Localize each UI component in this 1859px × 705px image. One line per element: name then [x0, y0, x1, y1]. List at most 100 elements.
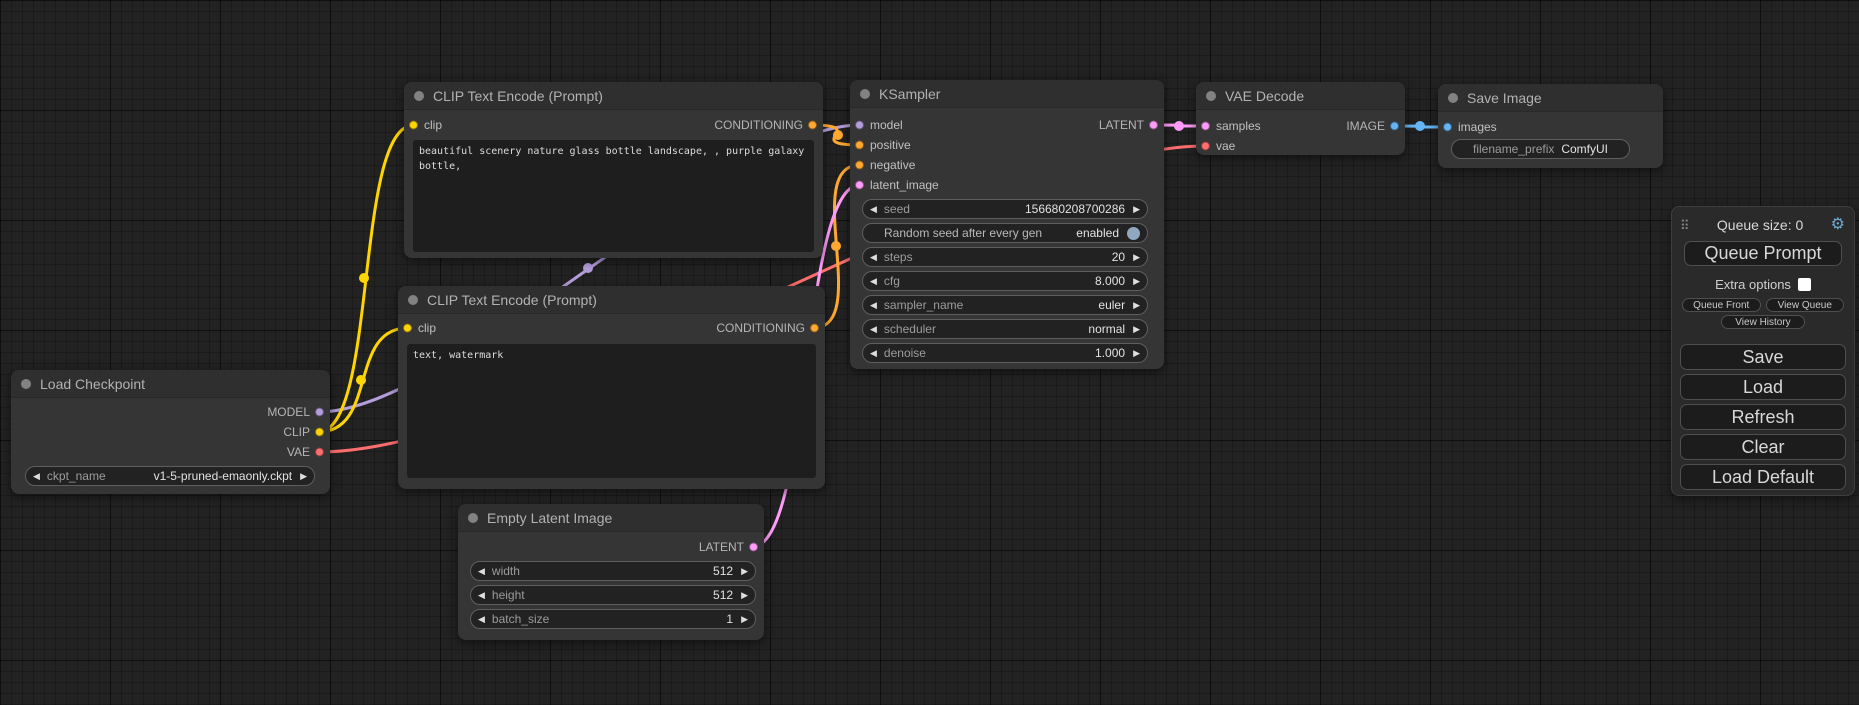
node-title-bar[interactable]: Load Checkpoint: [11, 370, 330, 398]
refresh-button[interactable]: Refresh: [1680, 404, 1846, 430]
collapse-dot-icon[interactable]: [860, 89, 870, 99]
link-dot: [359, 273, 369, 283]
collapse-dot-icon[interactable]: [408, 295, 418, 305]
clip-input-slot[interactable]: [403, 324, 412, 333]
node-title-bar[interactable]: KSampler: [850, 80, 1164, 108]
view-history-button[interactable]: View History: [1721, 315, 1805, 329]
node-title: CLIP Text Encode (Prompt): [433, 88, 603, 104]
increment-arrow-icon[interactable]: ▶: [300, 472, 307, 481]
output-row: MODEL: [11, 402, 330, 422]
conditioning-output-slot[interactable]: [810, 324, 819, 333]
node-save-image: Save Image images filename_prefix ComfyU…: [1438, 84, 1663, 168]
settings-gear-icon[interactable]: ⚙: [1831, 217, 1845, 233]
output-label: CONDITIONING: [714, 118, 803, 132]
node-canvas[interactable]: Load Checkpoint MODEL CLIP VAE ◀ ckpt_na…: [0, 0, 1859, 705]
node-title-bar[interactable]: Save Image: [1438, 84, 1663, 112]
collapse-dot-icon[interactable]: [21, 379, 31, 389]
increment-arrow-icon[interactable]: ▶: [1133, 277, 1140, 286]
latent-output-slot[interactable]: [749, 543, 758, 552]
collapse-dot-icon[interactable]: [1206, 91, 1216, 101]
ckpt-name-widget[interactable]: ◀ ckpt_name v1-5-pruned-emaonly.ckpt ▶: [25, 466, 315, 486]
batch-size-widget[interactable]: ◀ batch_size 1 ▶: [470, 609, 756, 629]
samples-input-slot[interactable]: [1201, 122, 1210, 131]
node-title-bar[interactable]: CLIP Text Encode (Prompt): [398, 286, 825, 314]
cfg-widget[interactable]: ◀ cfg 8.000 ▶: [862, 271, 1148, 291]
slot-row: negative: [850, 155, 1164, 175]
collapse-dot-icon[interactable]: [414, 91, 424, 101]
input-label: model: [870, 118, 903, 132]
random-seed-toggle-widget[interactable]: Random seed after every gen enabled: [862, 223, 1148, 243]
link-dot: [356, 375, 366, 385]
decrement-arrow-icon[interactable]: ◀: [870, 277, 877, 286]
queue-front-button[interactable]: Queue Front: [1682, 298, 1761, 312]
extra-options-checkbox[interactable]: [1798, 278, 1811, 291]
increment-arrow-icon[interactable]: ▶: [1133, 253, 1140, 262]
decrement-arrow-icon[interactable]: ◀: [478, 567, 485, 576]
increment-arrow-icon[interactable]: ▶: [1133, 205, 1140, 214]
output-label: IMAGE: [1346, 119, 1385, 133]
clip-output-slot[interactable]: [315, 428, 324, 437]
node-title-bar[interactable]: CLIP Text Encode (Prompt): [404, 82, 823, 110]
scheduler-widget[interactable]: ◀ scheduler normal ▶: [862, 319, 1148, 339]
conditioning-output-slot[interactable]: [808, 121, 817, 130]
positive-input-slot[interactable]: [855, 141, 864, 150]
node-title: Save Image: [1467, 90, 1542, 106]
save-button[interactable]: Save: [1680, 344, 1846, 370]
toggle-dot-icon[interactable]: [1127, 227, 1140, 240]
node-title: Load Checkpoint: [40, 376, 145, 392]
comfy-menu-panel: ⠿ Queue size: 0 ⚙ Queue Prompt Extra opt…: [1671, 206, 1855, 496]
image-output-slot[interactable]: [1390, 122, 1399, 131]
output-label: CLIP: [283, 425, 310, 439]
vae-input-slot[interactable]: [1201, 142, 1210, 151]
node-title: KSampler: [879, 86, 940, 102]
node-clip-text-encode-positive: CLIP Text Encode (Prompt) clip CONDITION…: [404, 82, 823, 258]
latent-output-slot[interactable]: [1149, 121, 1158, 130]
increment-arrow-icon[interactable]: ▶: [1133, 325, 1140, 334]
node-title-bar[interactable]: Empty Latent Image: [458, 504, 764, 532]
decrement-arrow-icon[interactable]: ◀: [870, 301, 877, 310]
load-button[interactable]: Load: [1680, 374, 1846, 400]
load-default-button[interactable]: Load Default: [1680, 464, 1846, 490]
latent-image-input-slot[interactable]: [855, 181, 864, 190]
link-dot: [833, 130, 843, 140]
vae-output-slot[interactable]: [315, 448, 324, 457]
filename-prefix-widget[interactable]: filename_prefix ComfyUI: [1451, 139, 1630, 159]
drag-handle-icon[interactable]: ⠿: [1680, 219, 1690, 232]
clear-button[interactable]: Clear: [1680, 434, 1846, 460]
decrement-arrow-icon[interactable]: ◀: [870, 205, 877, 214]
output-label: VAE: [287, 445, 310, 459]
model-input-slot[interactable]: [855, 121, 864, 130]
sampler-name-widget[interactable]: ◀ sampler_name euler ▶: [862, 295, 1148, 315]
increment-arrow-icon[interactable]: ▶: [1133, 301, 1140, 310]
model-output-slot[interactable]: [315, 408, 324, 417]
queue-prompt-button[interactable]: Queue Prompt: [1684, 241, 1842, 266]
denoise-widget[interactable]: ◀ denoise 1.000 ▶: [862, 343, 1148, 363]
height-widget[interactable]: ◀ height 512 ▶: [470, 585, 756, 605]
output-label: LATENT: [1099, 118, 1144, 132]
node-vae-decode: VAE Decode samples IMAGE vae: [1196, 82, 1405, 155]
slot-row: samples IMAGE: [1196, 116, 1405, 136]
decrement-arrow-icon[interactable]: ◀: [478, 591, 485, 600]
collapse-dot-icon[interactable]: [1448, 93, 1458, 103]
prompt-textarea[interactable]: beautiful scenery nature glass bottle la…: [413, 140, 814, 252]
increment-arrow-icon[interactable]: ▶: [1133, 349, 1140, 358]
node-title-bar[interactable]: VAE Decode: [1196, 82, 1405, 110]
increment-arrow-icon[interactable]: ▶: [741, 615, 748, 624]
decrement-arrow-icon[interactable]: ◀: [870, 349, 877, 358]
steps-widget[interactable]: ◀ steps 20 ▶: [862, 247, 1148, 267]
output-row: VAE: [11, 442, 330, 462]
view-queue-button[interactable]: View Queue: [1766, 298, 1845, 312]
negative-input-slot[interactable]: [855, 161, 864, 170]
clip-input-slot[interactable]: [409, 121, 418, 130]
decrement-arrow-icon[interactable]: ◀: [870, 253, 877, 262]
decrement-arrow-icon[interactable]: ◀: [33, 472, 40, 481]
width-widget[interactable]: ◀ width 512 ▶: [470, 561, 756, 581]
seed-widget[interactable]: ◀ seed 156680208700286 ▶: [862, 199, 1148, 219]
increment-arrow-icon[interactable]: ▶: [741, 567, 748, 576]
collapse-dot-icon[interactable]: [468, 513, 478, 523]
prompt-textarea[interactable]: text, watermark: [407, 344, 816, 478]
images-input-slot[interactable]: [1443, 123, 1452, 132]
decrement-arrow-icon[interactable]: ◀: [870, 325, 877, 334]
decrement-arrow-icon[interactable]: ◀: [478, 615, 485, 624]
increment-arrow-icon[interactable]: ▶: [741, 591, 748, 600]
